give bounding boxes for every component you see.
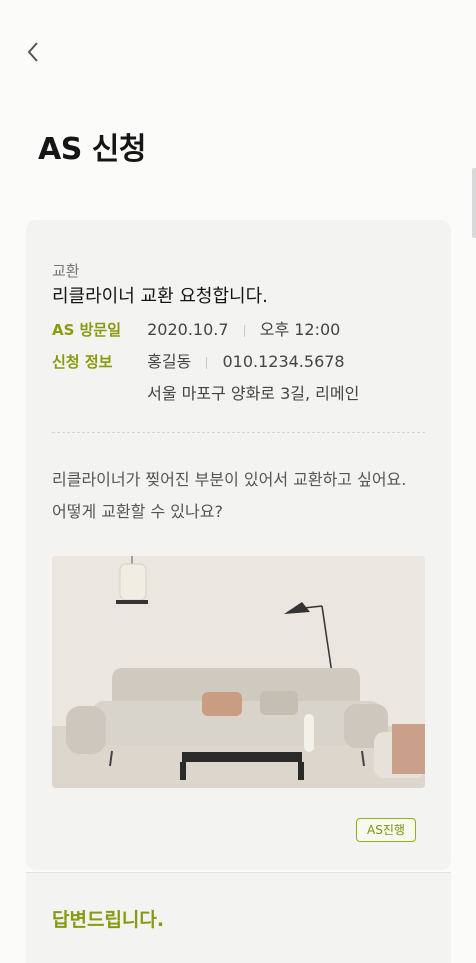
scroll-indicator: [472, 168, 476, 238]
applicant-name: 홍길동: [147, 352, 192, 371]
visit-date-row: AS 방문일 2020.10.7 오후 12:00: [52, 316, 340, 340]
chevron-left-icon: [27, 42, 38, 62]
dashed-divider: [52, 432, 425, 433]
request-category: 교환: [52, 262, 80, 280]
page-title: AS 신청: [38, 132, 146, 167]
answer-section: 답변드립니다.: [26, 872, 451, 963]
visit-date-label: AS 방문일: [52, 321, 122, 339]
request-card: 교환 리클라이너 교환 요청합니다. AS 방문일 2020.10.7 오후 1…: [26, 220, 451, 870]
visit-date: 2020.10.7: [147, 320, 229, 339]
address-row: 서울 마포구 양화로 3길, 리메인: [52, 380, 359, 404]
request-body: 리클라이너가 찢어진 부분이 있어서 교환하고 싶어요. 어떻게 교환할 수 있…: [52, 470, 407, 521]
request-title: 리클라이너 교환 요청합니다.: [52, 286, 268, 307]
sofa-photo[interactable]: [52, 556, 425, 788]
applicant-label: 신청 정보: [52, 353, 113, 371]
applicant-phone: 010.1234.5678: [222, 352, 345, 371]
status-badge: AS진행: [356, 818, 416, 842]
applicant-address: 서울 마포구 양화로 3길, 리메인: [147, 384, 360, 403]
applicant-row: 신청 정보 홍길동 010.1234.5678: [52, 348, 345, 372]
visit-time: 오후 12:00: [259, 320, 341, 339]
separator: [206, 356, 208, 369]
answer-title: 답변드립니다.: [52, 909, 165, 931]
separator: [243, 324, 245, 337]
back-button[interactable]: [24, 40, 44, 64]
